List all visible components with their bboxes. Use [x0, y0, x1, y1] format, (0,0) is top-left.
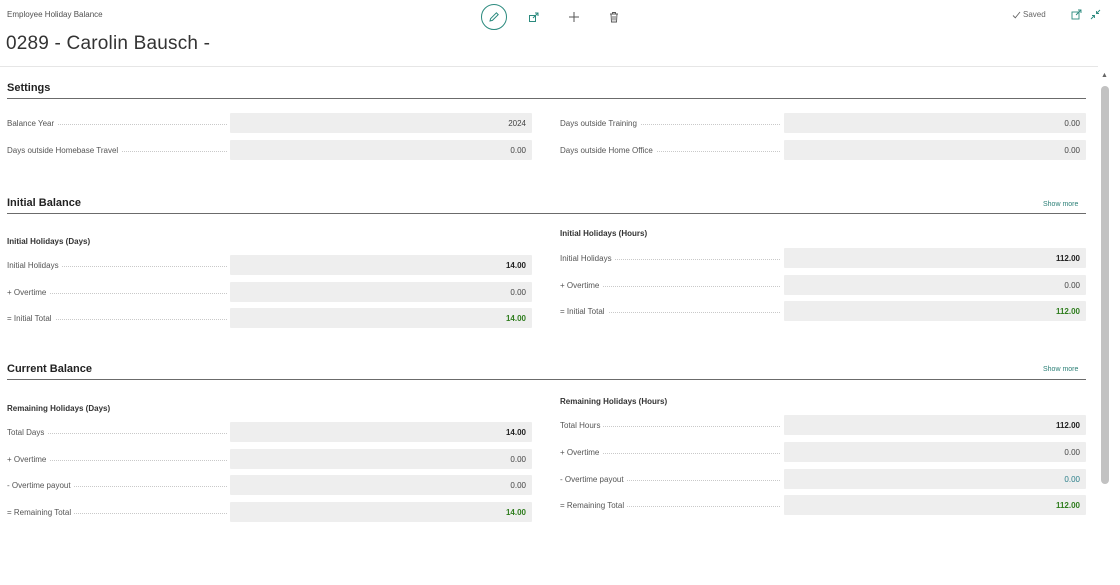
field-value[interactable]: 14.00 [230, 308, 532, 328]
field-value[interactable]: 14.00 [230, 502, 532, 522]
field-value[interactable]: 14.00 [230, 255, 532, 275]
field-value[interactable]: 0.00 [230, 282, 532, 302]
field-label: = Remaining Total [7, 507, 75, 517]
field-label: + Overtime [7, 287, 50, 297]
field-label: Initial Holidays [7, 260, 62, 270]
delete-button[interactable] [601, 4, 627, 30]
field-initial-overtime-hours: + Overtime 0.00 [560, 275, 1086, 295]
field-overtime-payout-days: - Overtime payout 0.00 [7, 475, 532, 495]
show-more-current-balance[interactable]: Show more [1043, 366, 1078, 373]
field-total-days: Total Days 14.00 [7, 422, 532, 442]
header-divider [0, 66, 1098, 67]
show-more-initial-balance[interactable]: Show more [1043, 201, 1078, 208]
field-initial-overtime-days: + Overtime 0.00 [7, 282, 532, 302]
add-button[interactable] [561, 4, 587, 30]
field-label: Initial Holidays [560, 253, 615, 263]
field-remaining-total-hours: = Remaining Total 112.00 [560, 495, 1086, 515]
group-title-initial-hours: Initial Holidays (Hours) [560, 229, 648, 238]
field-total-hours: Total Hours 112.00 [560, 415, 1086, 435]
field-value[interactable]: 0.00 [230, 449, 532, 469]
field-current-overtime-hours: + Overtime 0.00 [560, 442, 1086, 462]
checkmark-icon [1012, 11, 1021, 18]
field-label: = Initial Total [560, 306, 608, 316]
field-remaining-total-days: = Remaining Total 14.00 [7, 502, 532, 522]
page-caption: Employee Holiday Balance [7, 10, 103, 19]
field-label: - Overtime payout [560, 474, 627, 484]
share-icon [529, 12, 539, 22]
field-label: Days outside Home Office [560, 145, 656, 155]
open-in-new-window-button[interactable] [1069, 7, 1083, 21]
open-in-new-icon [1071, 9, 1081, 19]
section-divider [7, 98, 1086, 99]
section-title-initial-balance[interactable]: Initial Balance [7, 197, 81, 209]
collapse-button[interactable] [1088, 7, 1102, 21]
add-icon [569, 12, 579, 22]
section-title-current-balance[interactable]: Current Balance [7, 363, 92, 375]
field-value[interactable]: 112.00 [784, 301, 1086, 321]
field-label: Days outside Training [560, 118, 640, 128]
field-days-outside-home-office: Days outside Home Office 0.00 [560, 140, 1086, 160]
delete-icon [610, 12, 618, 23]
field-value[interactable]: 112.00 [784, 415, 1086, 435]
share-button[interactable] [521, 4, 547, 30]
saved-label: Saved [1023, 10, 1046, 19]
field-label: = Remaining Total [560, 500, 628, 510]
section-divider [7, 379, 1086, 380]
field-label: - Overtime payout [7, 480, 74, 490]
field-value[interactable]: 112.00 [784, 248, 1086, 268]
field-label: Balance Year [7, 118, 58, 128]
field-value[interactable]: 0.00 [230, 475, 532, 495]
edit-button[interactable] [481, 4, 507, 30]
scroll-up-arrow-icon[interactable]: ▲ [1101, 72, 1108, 79]
field-overtime-payout-hours: - Overtime payout 0.00 [560, 469, 1086, 489]
field-label: + Overtime [560, 447, 603, 457]
field-initial-holidays-hours: Initial Holidays 112.00 [560, 248, 1086, 268]
field-value[interactable]: 14.00 [230, 422, 532, 442]
field-label: Days outside Homebase Travel [7, 145, 122, 155]
field-label: + Overtime [7, 454, 50, 464]
section-title-settings[interactable]: Settings [7, 82, 50, 94]
field-label: Total Hours [560, 420, 604, 430]
collapse-icon [1090, 9, 1100, 19]
field-initial-holidays-days: Initial Holidays 14.00 [7, 255, 532, 275]
field-label: Total Days [7, 427, 48, 437]
section-divider [7, 213, 1086, 214]
field-value[interactable]: 0.00 [784, 469, 1086, 489]
field-initial-total-hours: = Initial Total 112.00 [560, 301, 1086, 321]
action-bar [481, 4, 641, 30]
scrollbar-thumb[interactable] [1101, 86, 1109, 484]
page-header: Employee Holiday Balance 0289 - Carolin … [0, 0, 1120, 66]
field-label: + Overtime [560, 280, 603, 290]
field-value[interactable]: 0.00 [784, 442, 1086, 462]
group-title-remaining-days: Remaining Holidays (Days) [7, 404, 111, 413]
field-value[interactable]: 0.00 [784, 140, 1086, 160]
field-value[interactable]: 0.00 [784, 275, 1086, 295]
page-title: 0289 - Carolin Bausch - [6, 33, 211, 54]
field-value[interactable]: 0.00 [230, 140, 532, 160]
field-initial-total-days: = Initial Total 14.00 [7, 308, 532, 328]
field-days-outside-homebase-travel: Days outside Homebase Travel 0.00 [7, 140, 532, 160]
field-current-overtime-days: + Overtime 0.00 [7, 449, 532, 469]
edit-icon [489, 12, 499, 22]
field-label: = Initial Total [7, 313, 55, 323]
field-balance-year: Balance Year 2024 [7, 113, 532, 133]
group-title-initial-days: Initial Holidays (Days) [7, 237, 91, 246]
group-title-remaining-hours: Remaining Holidays (Hours) [560, 397, 668, 406]
field-value[interactable]: 112.00 [784, 495, 1086, 515]
saved-status: Saved [1012, 10, 1046, 19]
field-value[interactable]: 0.00 [784, 113, 1086, 133]
field-value[interactable]: 2024 [230, 113, 532, 133]
field-days-outside-training: Days outside Training 0.00 [560, 113, 1086, 133]
